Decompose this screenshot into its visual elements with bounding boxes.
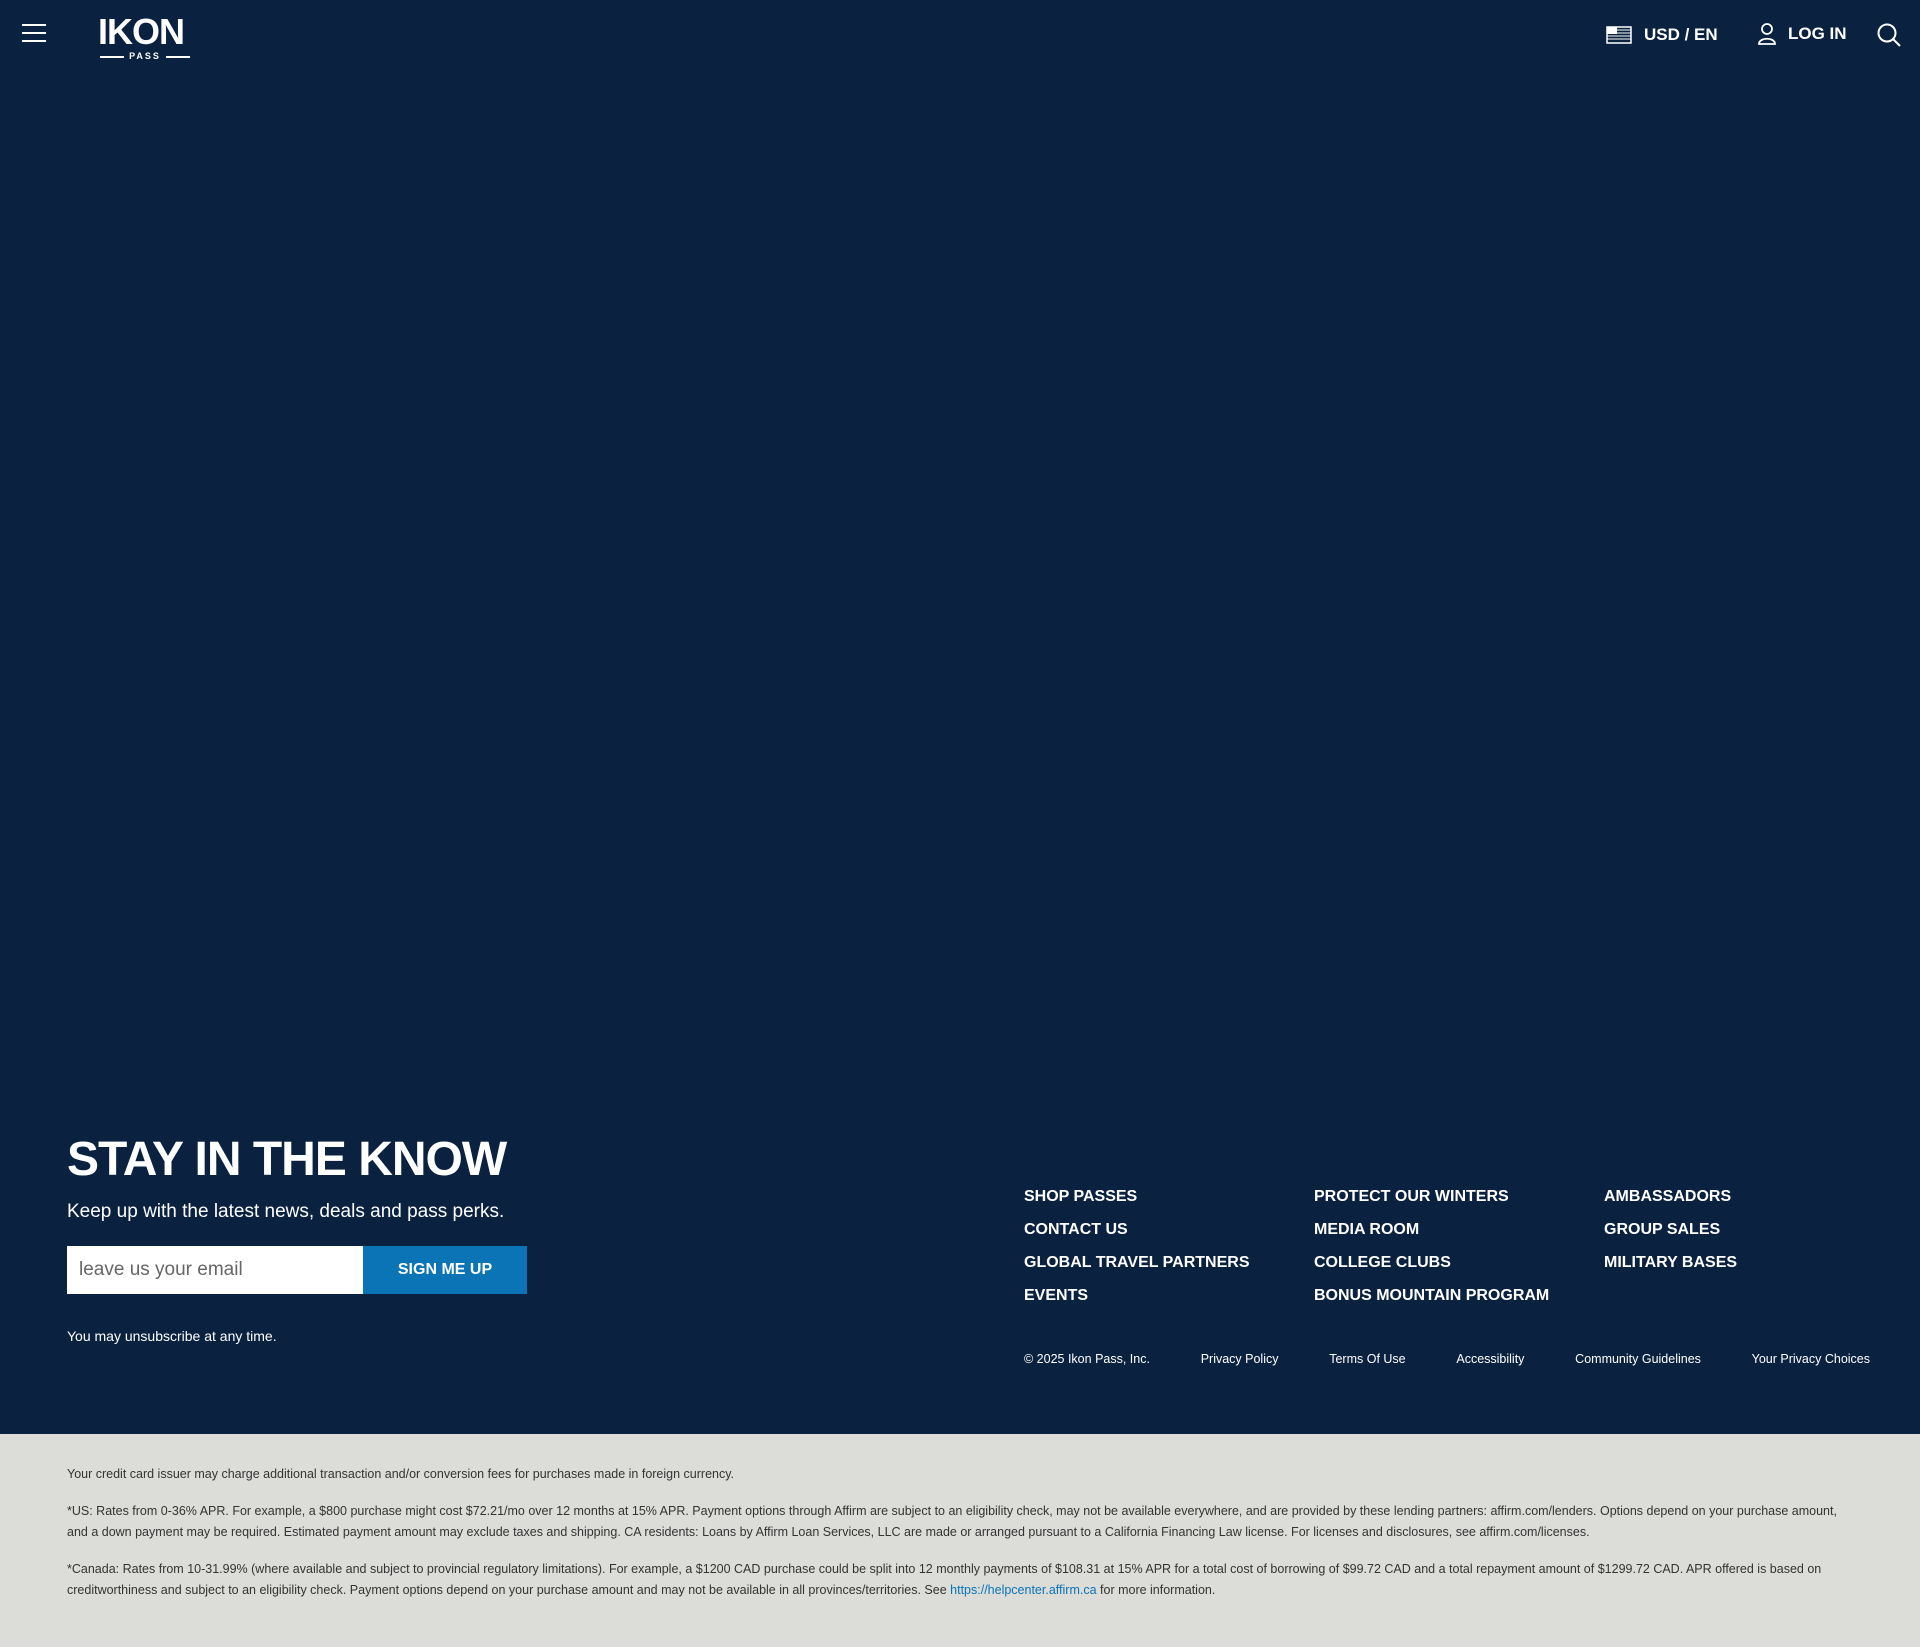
sign-me-up-button[interactable]: SIGN ME UP xyxy=(363,1246,527,1294)
footer-link-global-travel-partners[interactable]: GLOBAL TRAVEL PARTNERS xyxy=(1024,1246,1314,1279)
footer-column-1: SHOP PASSES CONTACT US GLOBAL TRAVEL PAR… xyxy=(1024,1180,1314,1312)
search-icon[interactable] xyxy=(1876,22,1902,48)
unsubscribe-note: You may unsubscribe at any time. xyxy=(67,1328,277,1344)
logo-main-text: IKON xyxy=(98,11,185,52)
footer-link-bonus-mountain-program[interactable]: BONUS MOUNTAIN PROGRAM xyxy=(1314,1279,1604,1312)
us-affirm-terms: *US: Rates from 0-36% APR. For example, … xyxy=(67,1504,1837,1539)
footer-nav: SHOP PASSES CONTACT US GLOBAL TRAVEL PAR… xyxy=(1024,1180,1894,1312)
newsletter-title: STAY IN THE KNOW xyxy=(67,1133,507,1186)
legal-bar: © 2025 Ikon Pass, Inc. Privacy Policy Te… xyxy=(1024,1352,1870,1366)
email-form: SIGN ME UP xyxy=(67,1246,627,1294)
foreign-fees-note: Your credit card issuer may charge addit… xyxy=(67,1467,735,1481)
canada-affirm-terms: *Canada: Rates from 10-31.99% (where ava… xyxy=(67,1559,1857,1601)
us-flag-icon xyxy=(1606,26,1632,44)
footer-link-shop-passes[interactable]: SHOP PASSES xyxy=(1024,1180,1314,1213)
site-header: IKON PASS USD / EN LOG IN xyxy=(0,0,1920,70)
footer-link-military-bases[interactable]: MILITARY BASES xyxy=(1604,1246,1894,1279)
terms-of-use-link[interactable]: Terms Of Use xyxy=(1329,1352,1405,1366)
privacy-choices-link[interactable]: Your Privacy Choices xyxy=(1752,1352,1870,1366)
ikon-pass-logo[interactable]: IKON PASS xyxy=(98,11,192,61)
footer-column-2: PROTECT OUR WINTERS MEDIA ROOM COLLEGE C… xyxy=(1314,1180,1604,1312)
footer-link-protect-our-winters[interactable]: PROTECT OUR WINTERS xyxy=(1314,1180,1604,1213)
community-guidelines-link[interactable]: Community Guidelines xyxy=(1575,1352,1701,1366)
locale-label: USD / EN xyxy=(1644,25,1718,44)
privacy-policy-link[interactable]: Privacy Policy xyxy=(1201,1352,1279,1366)
login-button[interactable]: LOG IN xyxy=(1758,22,1847,46)
login-label: LOG IN xyxy=(1788,24,1847,43)
affirm-helpcenter-link[interactable]: https://helpcenter.affirm.ca xyxy=(950,1583,1096,1597)
footer-link-group-sales[interactable]: GROUP SALES xyxy=(1604,1213,1894,1246)
newsletter-subtitle: Keep up with the latest news, deals and … xyxy=(67,1201,505,1222)
financing-disclaimer: Your credit card issuer may charge addit… xyxy=(0,1434,1920,1647)
footer-link-contact-us[interactable]: CONTACT US xyxy=(1024,1213,1314,1246)
canada-terms-text: *Canada: Rates from 10-31.99% (where ava… xyxy=(67,1562,1822,1597)
footer-link-ambassadors[interactable]: AMBASSADORS xyxy=(1604,1180,1894,1213)
email-input[interactable] xyxy=(67,1246,363,1294)
accessibility-link[interactable]: Accessibility xyxy=(1456,1352,1524,1366)
newsletter-signup: STAY IN THE KNOW Keep up with the latest… xyxy=(67,1130,627,1344)
footer-link-college-clubs[interactable]: COLLEGE CLUBS xyxy=(1314,1246,1604,1279)
logo-line-right xyxy=(166,56,190,58)
user-icon xyxy=(1758,23,1776,45)
footer-column-3: AMBASSADORS GROUP SALES MILITARY BASES xyxy=(1604,1180,1894,1312)
canada-terms-suffix: for more information. xyxy=(1100,1583,1216,1597)
menu-icon[interactable] xyxy=(22,24,46,44)
copyright: © 2025 Ikon Pass, Inc. xyxy=(1024,1352,1150,1366)
locale-selector[interactable]: USD / EN xyxy=(1606,24,1718,46)
footer-link-events[interactable]: EVENTS xyxy=(1024,1279,1314,1312)
footer-link-media-room[interactable]: MEDIA ROOM xyxy=(1314,1213,1604,1246)
